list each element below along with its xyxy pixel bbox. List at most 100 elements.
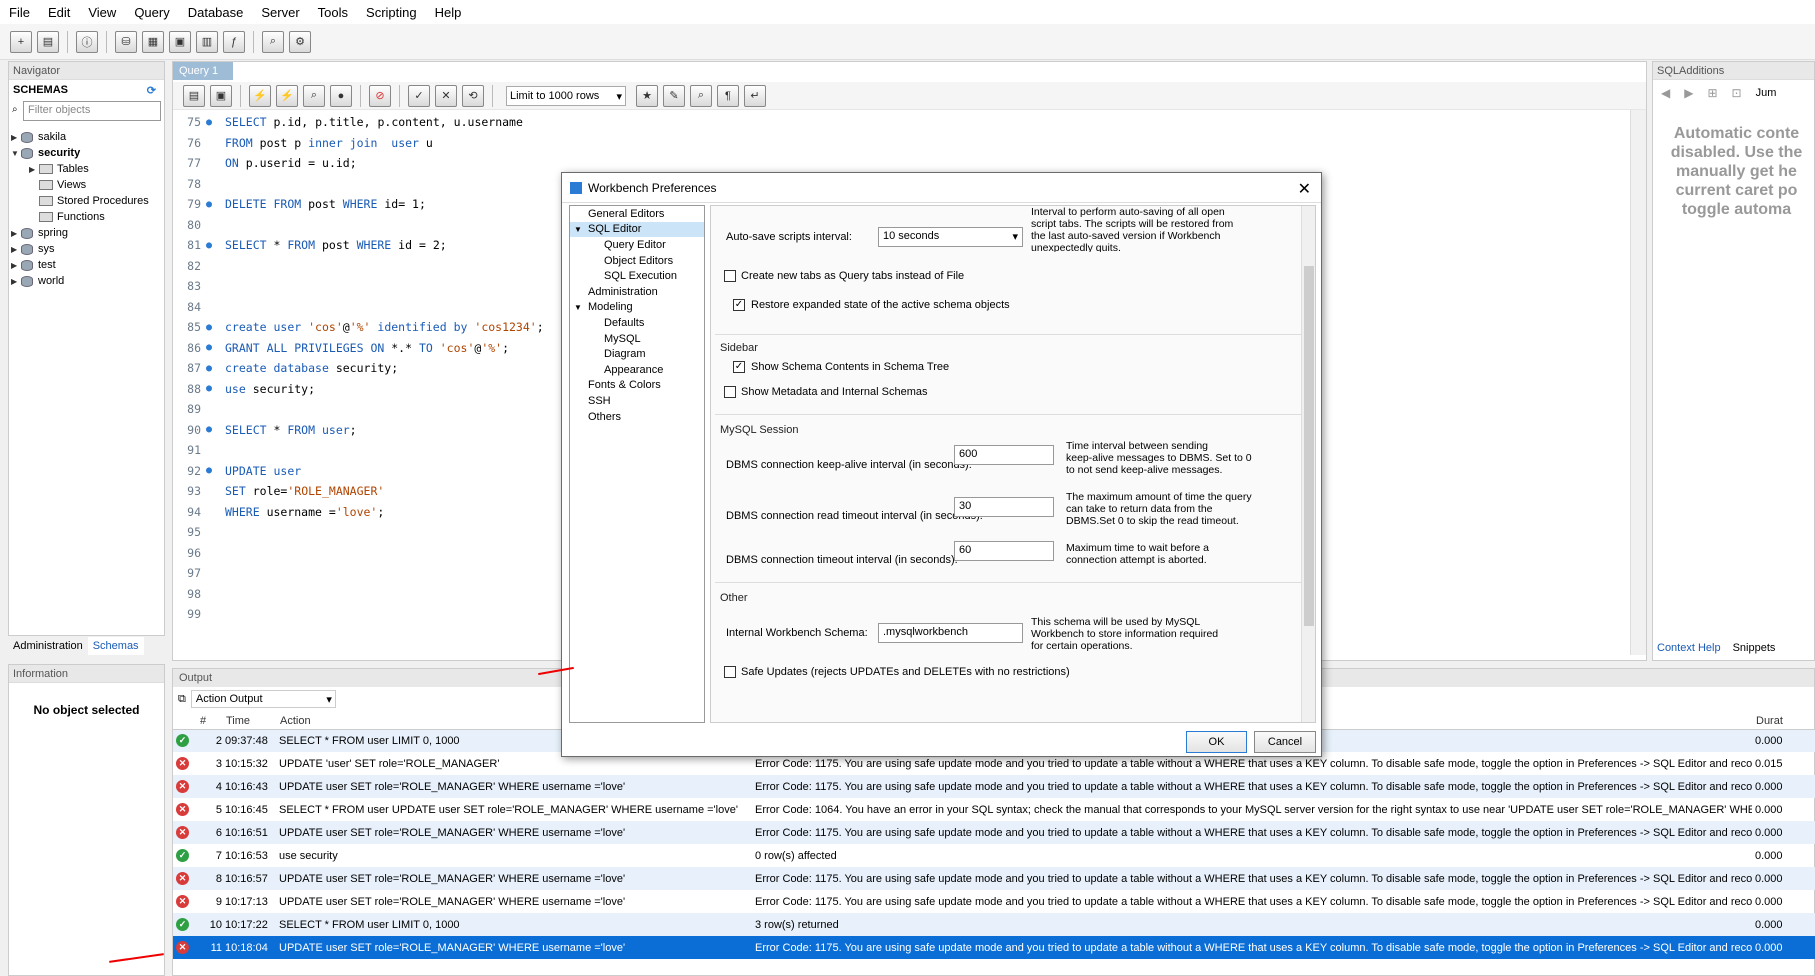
pref-nav-sql-editor[interactable]: ▼ SQL Editor <box>570 221 704 238</box>
expand-arrow-icon[interactable]: ▶ <box>11 245 21 254</box>
code-line[interactable]: 76 FROM post p inner join user u <box>173 133 1628 154</box>
pref-nav-administration[interactable]: Administration <box>570 284 704 300</box>
copy-icon[interactable]: ⧉ <box>178 693 186 706</box>
tab-snippets[interactable]: Snippets <box>1733 642 1776 654</box>
wrap-lines-icon[interactable]: ↵ <box>744 84 766 107</box>
scroll-thumb[interactable] <box>1304 266 1314 626</box>
pref-nav-general-editors[interactable]: General Editors <box>570 206 704 222</box>
pref-nav-others[interactable]: Others <box>570 409 704 425</box>
autocommit-icon[interactable]: ⟲ <box>462 84 484 107</box>
readtimeout-input[interactable]: 30 <box>954 497 1054 517</box>
pref-nav-query-editor[interactable]: Query Editor <box>570 237 704 253</box>
schema-spring[interactable]: ▶ spring <box>11 225 164 241</box>
auto-help-icon[interactable]: ⊞ <box>1707 86 1717 100</box>
menu-item-database[interactable]: Database <box>179 5 253 20</box>
explain-icon[interactable]: ⌕ <box>303 84 325 107</box>
output-row[interactable]: ✕ 9 10:17:13 UPDATE user SET role='ROLE_MAN… <box>173 890 1815 913</box>
beautify-icon[interactable]: ✎ <box>663 84 685 107</box>
manual-help-icon[interactable]: ⊡ <box>1732 86 1742 100</box>
open-sql-script-icon[interactable]: ▤ <box>37 30 59 53</box>
toggle-continue-icon[interactable]: ⊘ <box>369 84 391 107</box>
safe-updates-checkbox[interactable] <box>724 666 736 678</box>
search-table-data-icon[interactable]: ⌕ <box>262 30 284 53</box>
open-file-icon[interactable]: ▤ <box>183 84 205 107</box>
save-icon[interactable]: ▣ <box>210 84 232 107</box>
expand-arrow-icon[interactable]: ▼ <box>574 225 588 234</box>
expand-arrow-icon[interactable]: ▶ <box>11 133 21 142</box>
reconnect-icon[interactable]: ⚙ <box>289 30 311 53</box>
stop-icon[interactable]: ● <box>330 84 352 107</box>
expand-arrow-icon[interactable]: ▶ <box>11 229 21 238</box>
commit-icon[interactable]: ✓ <box>408 84 430 107</box>
show-meta-checkbox[interactable] <box>724 386 736 398</box>
expand-arrow-icon[interactable]: ▶ <box>11 277 21 286</box>
jump-label[interactable]: Jum <box>1756 87 1777 99</box>
pref-nav-ssh[interactable]: SSH <box>570 393 704 409</box>
editor-scrollbar[interactable] <box>1630 110 1646 655</box>
add-snippet-icon[interactable]: ★ <box>636 84 658 107</box>
create-procedure-icon[interactable]: ▥ <box>196 30 218 53</box>
pref-nav-modeling[interactable]: ▼ Modeling <box>570 300 704 316</box>
pref-nav-diagram[interactable]: Diagram <box>570 346 704 362</box>
pref-nav-object-editors[interactable]: Object Editors <box>570 253 704 269</box>
tab-administration[interactable]: Administration <box>8 637 88 655</box>
expand-arrow-icon[interactable]: ▶ <box>11 261 21 270</box>
pref-nav-mysql[interactable]: MySQL <box>570 331 704 347</box>
create-function-icon[interactable]: ƒ <box>223 30 245 53</box>
output-row[interactable]: ✓ 10 10:17:22 SELECT * FROM user LIMIT 0, 1… <box>173 913 1815 936</box>
keepalive-input[interactable]: 600 <box>954 445 1054 465</box>
create-view-icon[interactable]: ▣ <box>169 30 191 53</box>
execute-current-icon[interactable]: ⚡ <box>276 84 298 107</box>
schema-security[interactable]: ▼ security <box>11 145 164 161</box>
back-icon[interactable]: ◀ <box>1661 86 1670 100</box>
pref-nav-appearance[interactable]: Appearance <box>570 362 704 378</box>
pref-nav-sql-execution[interactable]: SQL Execution <box>570 268 704 284</box>
limit-rows-select[interactable]: Limit to 1000 rows ▾ <box>506 85 626 106</box>
forward-icon[interactable]: ▶ <box>1684 86 1693 100</box>
expand-arrow-icon[interactable]: ▶ <box>29 165 39 174</box>
refresh-icon[interactable]: ⟳ <box>147 84 156 97</box>
inspector-icon[interactable]: ⓘ <box>76 30 98 53</box>
new-sql-tab-icon[interactable]: + <box>10 30 32 53</box>
find-icon[interactable]: ⌕ <box>690 84 712 107</box>
pref-nav-fonts-colors[interactable]: Fonts & Colors <box>570 378 704 394</box>
schema-input[interactable]: .mysqlworkbench <box>878 623 1023 643</box>
filter-input[interactable]: Filter objects <box>23 101 161 121</box>
tree-procs[interactable]: Stored Procedures <box>11 193 164 209</box>
menu-item-tools[interactable]: Tools <box>309 5 357 20</box>
tree-tables[interactable]: ▶ Tables <box>11 161 164 177</box>
menu-item-server[interactable]: Server <box>252 5 308 20</box>
conntimeout-input[interactable]: 60 <box>954 541 1054 561</box>
schema-world[interactable]: ▶ world <box>11 273 164 289</box>
output-row[interactable]: ✕ 5 10:16:45 SELECT * FROM user UPDATE user… <box>173 798 1815 821</box>
autosave-select[interactable]: 10 seconds ▾ <box>878 227 1023 247</box>
restore-state-checkbox[interactable]: ✓ <box>733 299 745 311</box>
tab-query-1[interactable]: Query 1 <box>173 62 233 80</box>
show-schema-checkbox[interactable]: ✓ <box>733 361 745 373</box>
execute-icon[interactable]: ⚡ <box>249 84 271 107</box>
tree-funcs[interactable]: Functions <box>11 209 164 225</box>
expand-arrow-icon[interactable]: ▼ <box>574 303 588 312</box>
output-row[interactable]: ✕ 4 10:16:43 UPDATE user SET role='ROLE_MAN… <box>173 775 1815 798</box>
cancel-button[interactable]: Cancel <box>1254 731 1316 753</box>
menu-item-query[interactable]: Query <box>125 5 178 20</box>
rollback-icon[interactable]: ✕ <box>435 84 457 107</box>
code-line[interactable]: 77 ON p.userid = u.id; <box>173 153 1628 174</box>
collapse-arrow-icon[interactable]: ▼ <box>11 149 21 158</box>
menu-item-help[interactable]: Help <box>426 5 471 20</box>
output-row[interactable]: ✕ 8 10:16:57 UPDATE user SET role='ROLE_MAN… <box>173 867 1815 890</box>
output-row[interactable]: ✕ 11 10:18:04 UPDATE user SET role='ROLE_MA… <box>173 936 1815 959</box>
output-type-select[interactable]: Action Output ▾ <box>190 690 336 708</box>
menu-item-file[interactable]: File <box>0 5 39 20</box>
create-table-icon[interactable]: ▦ <box>142 30 164 53</box>
create-schema-icon[interactable]: ⛁ <box>115 30 137 53</box>
output-row[interactable]: ✓ 7 10:16:53 use security 0 row(s) affected 0… <box>173 844 1815 867</box>
tree-views[interactable]: Views <box>11 177 164 193</box>
code-line[interactable]: 75 ● SELECT p.id, p.title, p.content, u.us… <box>173 112 1628 133</box>
output-row[interactable]: ✕ 6 10:16:51 UPDATE user SET role='ROLE_MAN… <box>173 821 1815 844</box>
invisible-chars-icon[interactable]: ¶ <box>717 84 739 107</box>
tab-context-help[interactable]: Context Help <box>1657 642 1721 654</box>
dialog-scrollbar[interactable] <box>1301 206 1315 722</box>
menu-item-view[interactable]: View <box>79 5 125 20</box>
schema-test[interactable]: ▶ test <box>11 257 164 273</box>
